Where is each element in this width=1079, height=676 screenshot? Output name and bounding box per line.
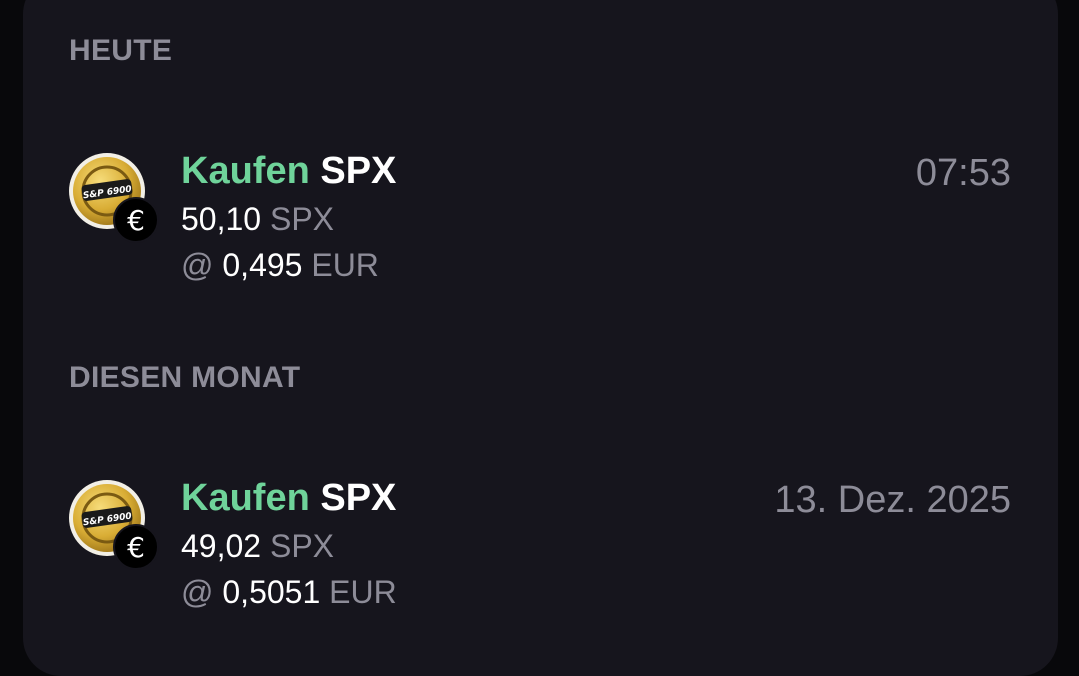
transaction-title: Kaufen SPX bbox=[181, 477, 396, 520]
transaction-row[interactable]: S&P 6900 € Kaufen SPX 49,02 SPX @ 0,5051… bbox=[0, 477, 1079, 629]
price-prefix: @ bbox=[181, 574, 214, 610]
amount-value: 49,02 bbox=[181, 528, 262, 564]
transaction-amount: 49,02 SPX bbox=[181, 528, 334, 565]
euro-badge-icon: € bbox=[113, 524, 159, 570]
amount-unit: SPX bbox=[269, 528, 334, 564]
section-header-today: HEUTE bbox=[69, 34, 173, 67]
transaction-price: @ 0,5051 EUR bbox=[181, 574, 397, 611]
price-unit: EUR bbox=[311, 247, 379, 283]
transaction-asset: SPX bbox=[320, 477, 397, 519]
section-header-this-month: DIESEN MONAT bbox=[69, 361, 301, 394]
transaction-time: 07:53 bbox=[915, 152, 1011, 194]
price-unit: EUR bbox=[329, 574, 397, 610]
transaction-date: 13. Dez. 2025 bbox=[774, 479, 1011, 521]
transaction-title: Kaufen SPX bbox=[181, 150, 396, 193]
euro-badge-icon: € bbox=[113, 197, 159, 243]
price-prefix: @ bbox=[181, 247, 214, 283]
transaction-action: Kaufen bbox=[181, 150, 310, 192]
transaction-asset: SPX bbox=[320, 150, 397, 192]
transaction-amount: 50,10 SPX bbox=[181, 201, 334, 238]
transaction-row[interactable]: S&P 6900 € Kaufen SPX 50,10 SPX @ 0,495 … bbox=[0, 150, 1079, 302]
amount-value: 50,10 bbox=[181, 201, 262, 237]
transaction-price: @ 0,495 EUR bbox=[181, 247, 379, 284]
price-value: 0,495 bbox=[222, 247, 303, 283]
price-value: 0,5051 bbox=[222, 574, 321, 610]
amount-unit: SPX bbox=[269, 201, 334, 237]
transaction-action: Kaufen bbox=[181, 477, 310, 519]
